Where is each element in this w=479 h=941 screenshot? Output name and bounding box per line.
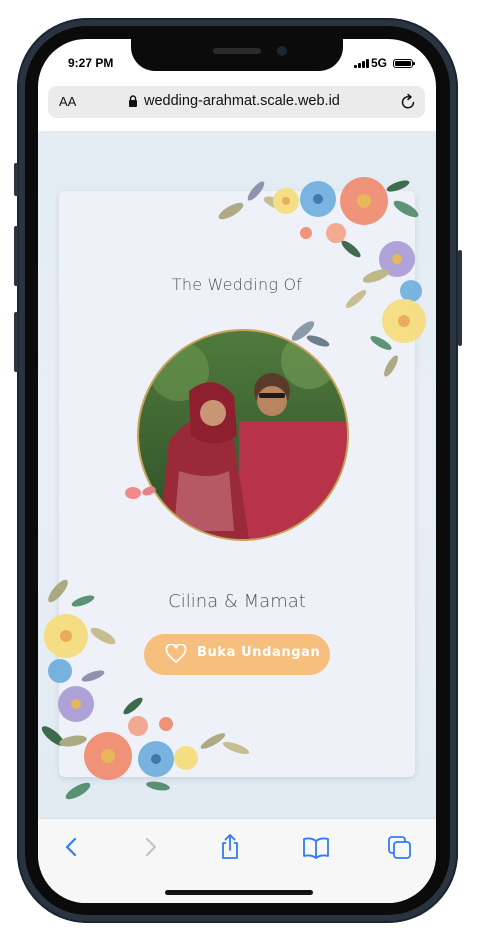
phone-power-button — [458, 250, 462, 346]
couple-photo-image — [139, 331, 347, 539]
floral-decoration-photo — [125, 486, 156, 499]
lock-icon — [129, 95, 137, 107]
battery-icon — [393, 59, 415, 68]
reload-icon[interactable] — [399, 93, 417, 111]
invitation-page: The Wedding Of Cilina & Mamat Buka Undan… — [38, 131, 436, 818]
phone-screen: 9:27 PM 5G AA wedding-arahmat.scale.web.… — [38, 39, 436, 903]
couple-photo — [137, 329, 349, 541]
home-indicator[interactable] — [165, 890, 313, 895]
forward-icon[interactable] — [136, 833, 164, 861]
phone-side-button — [14, 163, 18, 196]
leaf-decoration-photo — [291, 321, 330, 347]
front-camera — [277, 46, 287, 56]
text-size-button[interactable]: AA — [59, 94, 76, 109]
floral-decoration-bottom-left — [41, 579, 250, 800]
phone-volume-down-button — [14, 312, 18, 372]
speaker-grille — [213, 48, 261, 54]
status-time: 9:27 PM — [68, 56, 114, 70]
url-text[interactable]: wedding-arahmat.scale.web.id — [144, 93, 340, 109]
network-type: 5G — [371, 56, 388, 70]
wedding-heading: The Wedding Of — [171, 275, 303, 294]
browser-toolbar — [38, 818, 436, 903]
address-bar[interactable]: AA wedding-arahmat.scale.web.id — [48, 86, 425, 118]
notch — [131, 39, 343, 71]
bookmarks-icon[interactable] — [302, 833, 330, 861]
signal-icon — [354, 59, 369, 68]
tabs-icon[interactable] — [386, 833, 414, 861]
phone-volume-up-button — [14, 226, 18, 286]
share-icon[interactable] — [216, 833, 244, 861]
back-icon[interactable] — [58, 833, 86, 861]
